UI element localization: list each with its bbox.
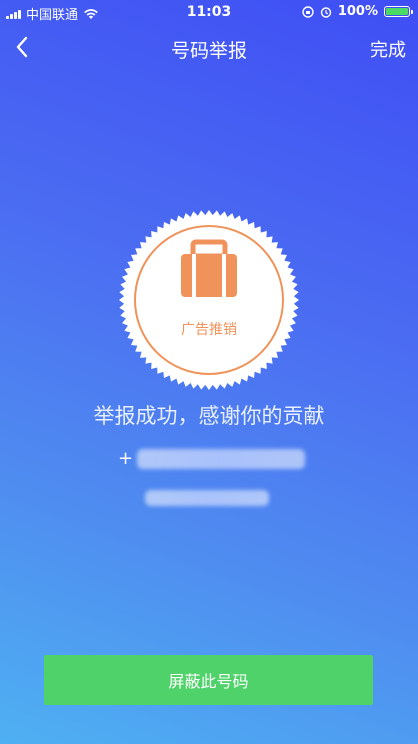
success-message: 举报成功，感谢你的贡献: [93, 404, 325, 428]
status-bar: 中国联通 11:03 100%: [0, 0, 418, 24]
category-label: 广告推销: [181, 322, 237, 338]
blurred-location: [145, 490, 269, 506]
reported-location: [145, 490, 269, 506]
block-number-button[interactable]: 屏蔽此号码: [44, 655, 373, 705]
battery-percent: 100%: [337, 4, 378, 19]
rotation-lock-icon: [302, 5, 314, 18]
category-badge: 广告推销: [119, 210, 299, 390]
number-prefix: +: [118, 448, 134, 469]
reported-number: +: [118, 448, 306, 469]
status-right: 100%: [302, 4, 413, 19]
nav-bar: 号码举报 完成: [0, 28, 418, 68]
alarm-icon: [320, 6, 332, 18]
battery-icon: [384, 6, 413, 17]
done-button[interactable]: 完成: [370, 36, 406, 62]
badge-seal: [119, 210, 299, 390]
battery-level: [386, 8, 408, 15]
blurred-number: [137, 448, 306, 469]
page-title: 号码举报: [170, 40, 247, 62]
